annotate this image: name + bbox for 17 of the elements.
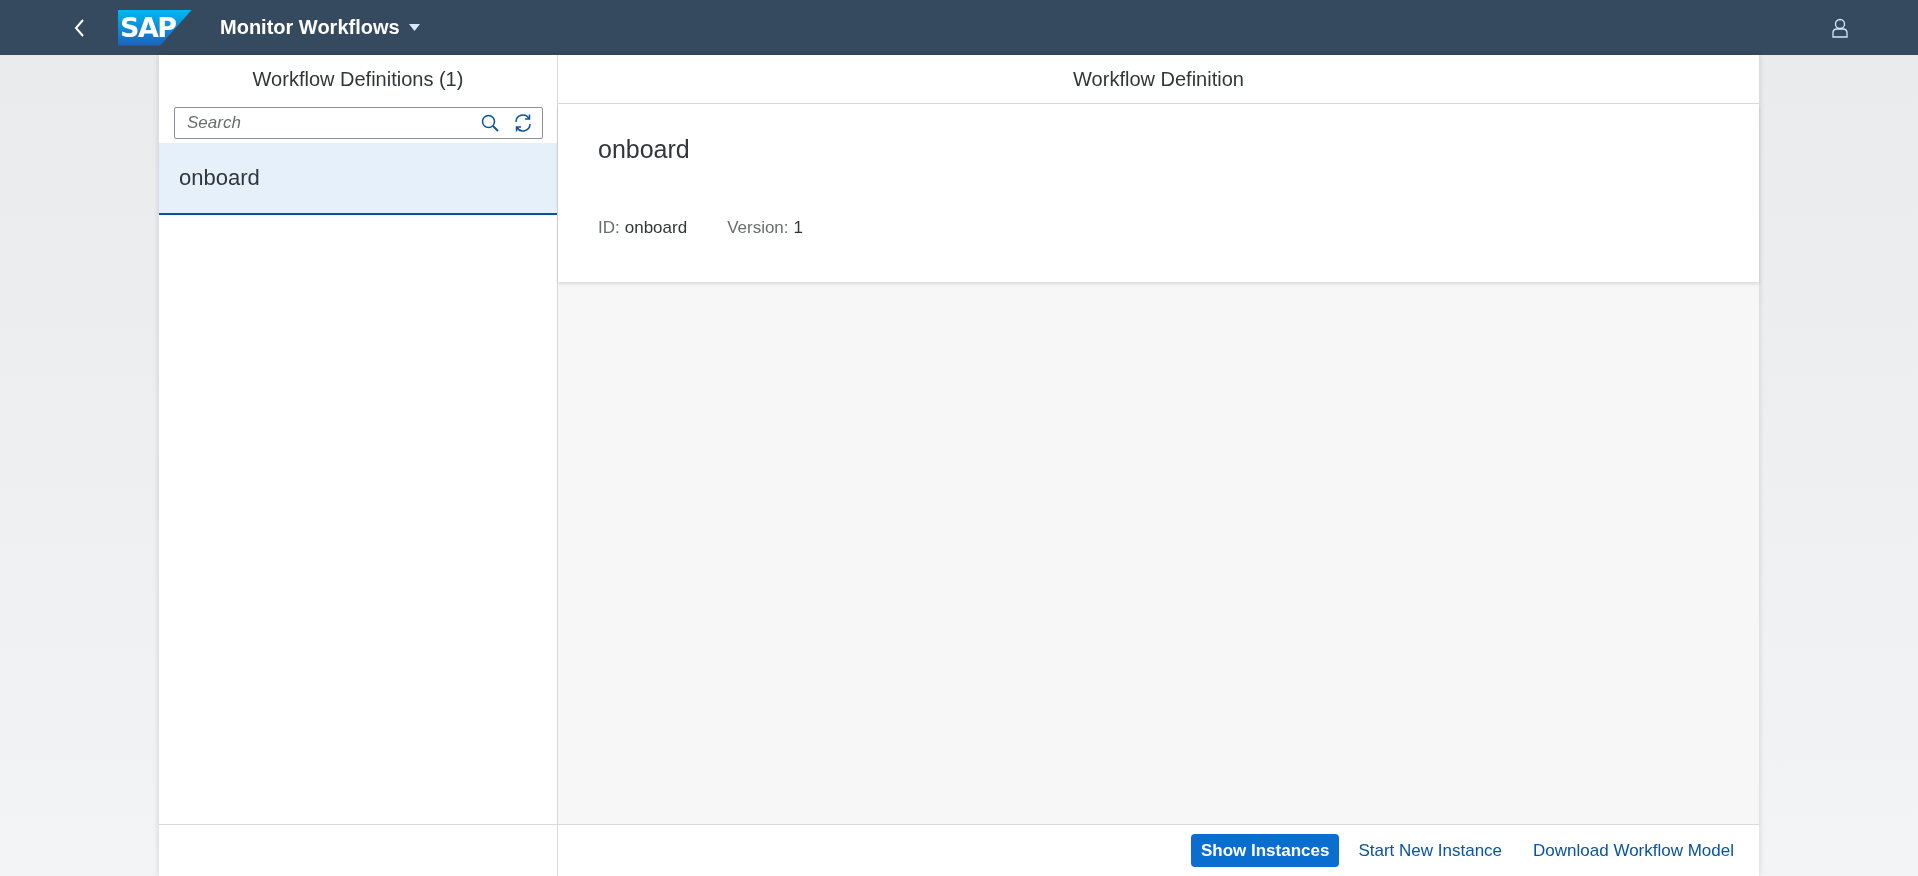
- show-button[interactable]: Show Instances: [1190, 834, 1340, 867]
- caret-down-icon: [408, 24, 420, 31]
- master-title: Workflow Definitions (1): [251, 66, 465, 92]
- link-button[interactable]: Start New Instance: [1348, 834, 1513, 867]
- link-button[interactable]: Download Workflow Model: [1523, 834, 1744, 867]
- search-field[interactable]: Search: [174, 107, 543, 139]
- user-icon[interactable]: [1832, 17, 1848, 38]
- logo: SAP: [118, 9, 192, 46]
- refresh-icon[interactable]: [513, 113, 533, 133]
- list-item[interactable]: onboard: [159, 143, 557, 215]
- search-icon[interactable]: [481, 114, 499, 132]
- attribute-label: ID:: [598, 218, 620, 238]
- attribute-value: onboard: [624, 218, 688, 238]
- attribute-value: 1: [793, 218, 804, 238]
- attribute-label: Version:: [727, 218, 789, 238]
- object-title: onboard: [598, 134, 691, 164]
- title-menu-button[interactable]: Monitor Workflows: [220, 16, 420, 39]
